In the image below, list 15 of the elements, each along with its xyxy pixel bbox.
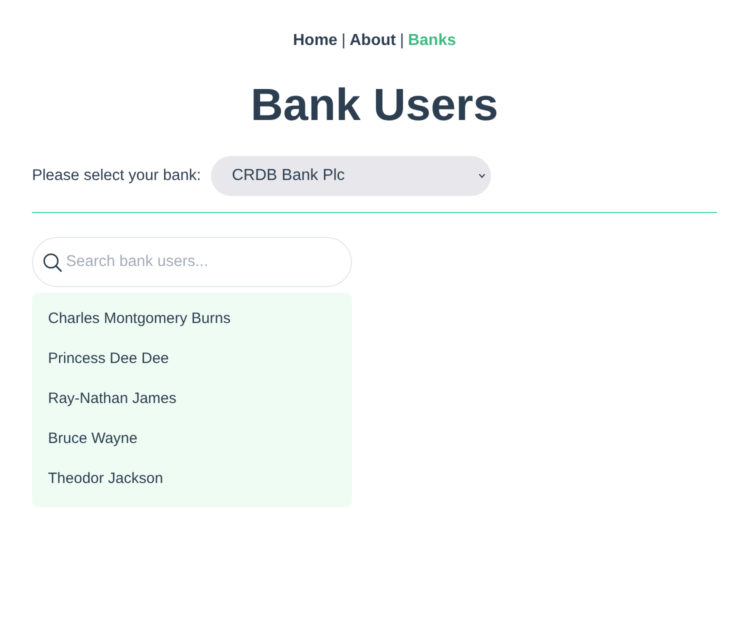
search-icon [43, 253, 62, 272]
nav-separator: | [341, 32, 346, 49]
nav-link[interactable]: About [350, 32, 396, 49]
search-field[interactable]: Search bank users... [32, 237, 352, 287]
user-list-item[interactable]: Princess Dee Dee [48, 350, 169, 367]
user-list-item[interactable]: Charles Montgomery Burns [48, 310, 231, 327]
nav-separator: | [400, 32, 404, 49]
page-title: Bank Users [250, 78, 498, 132]
user-list-item[interactable]: Ray-Nathan James [48, 390, 176, 407]
user-list-item[interactable]: Bruce Wayne [48, 430, 138, 447]
nav-link[interactable]: Home [293, 32, 338, 49]
bank-select[interactable]: CRDB Bank Plc [210, 156, 491, 196]
bank-select-label: Please select your bank: [32, 166, 201, 186]
user-list-item[interactable]: Theodor Jackson [48, 470, 164, 487]
chevron-down-icon [478, 174, 485, 178]
